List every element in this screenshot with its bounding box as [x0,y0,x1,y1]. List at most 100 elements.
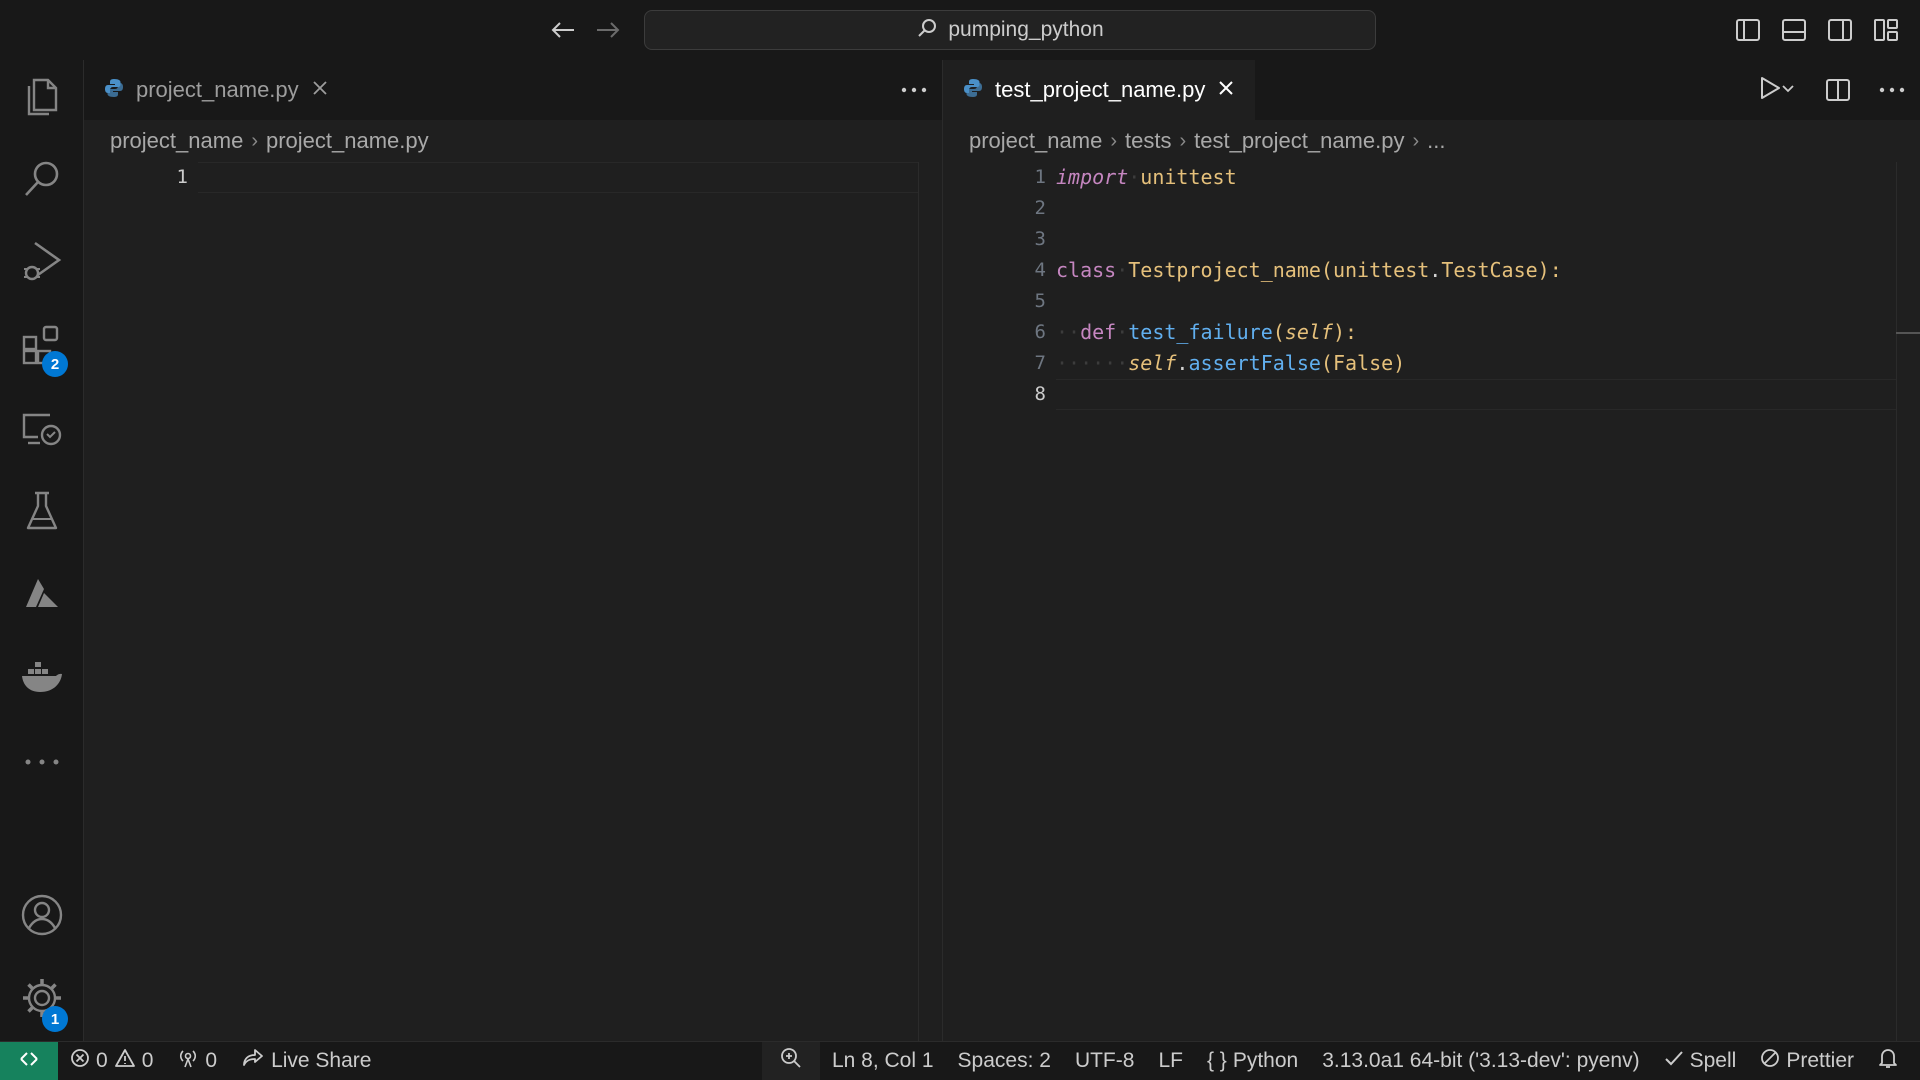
tab-test-project-name[interactable]: test_project_name.py [943,60,1256,120]
vertical-scrollbar[interactable] [918,162,942,1041]
parameter: self [1284,320,1333,344]
run-python-file-button[interactable] [1752,72,1802,108]
tab-project-name[interactable]: project_name.py [84,60,349,120]
remote-explorer-icon [20,407,64,454]
end-of-line[interactable]: LF [1146,1042,1195,1080]
zoom-icon [780,1047,802,1075]
keyword: def [1080,320,1117,344]
class-name: Testproject_name [1128,258,1321,282]
base-module: unittest [1332,258,1430,282]
toggle-panel-icon[interactable] [1776,12,1812,48]
code-area[interactable]: import·unittest class·Testproject_name(u… [1056,162,1920,1041]
breadcrumb-item[interactable]: ... [1427,128,1445,154]
chevron-down-icon[interactable] [1781,81,1795,99]
remote-indicator[interactable] [0,1041,58,1080]
code-editor[interactable]: 1 [84,162,942,1041]
activity-docker[interactable] [0,643,84,715]
activity-manage[interactable]: 1 [0,964,84,1036]
warning-icon [114,1048,136,1074]
notifications-button[interactable] [1866,1042,1920,1080]
toggle-primary-sidebar-icon[interactable] [1730,12,1766,48]
extensions-badge: 2 [42,351,68,377]
broadcast-icon [177,1047,199,1075]
tab-label: project_name.py [136,77,299,102]
indentation[interactable]: Spaces: 2 [946,1042,1063,1080]
activity-run-debug[interactable] [0,228,84,300]
line-number-gutter: 1 [84,162,198,1041]
breadcrumb-item[interactable]: test_project_name.py [1194,128,1404,154]
bell-icon [1878,1047,1898,1075]
line-number: 7 [1034,352,1046,374]
prettier-status[interactable]: Prettier [1748,1042,1866,1080]
arguments: (False) [1320,351,1406,375]
braces-icon: { } [1206,1049,1227,1072]
line-number: 4 [1034,259,1046,281]
close-icon[interactable] [311,79,329,102]
code-line: class·Testproject_name(unittest.TestCase… [1056,258,1562,282]
ellipsis-icon[interactable] [896,72,932,108]
breadcrumb-item[interactable]: project_name [969,128,1102,154]
activity-remote-explorer[interactable] [0,394,84,466]
zoom-button[interactable] [761,1041,820,1080]
status-bar: 0 0 0 Live Share Ln 8, Col 1 Spaces: 2 U… [0,1041,1920,1080]
arrow-left-icon[interactable] [545,12,581,48]
code-area[interactable] [198,162,942,1041]
function-name: test_failure [1128,320,1273,344]
error-count: 0 [96,1049,108,1072]
current-line-highlight [1056,379,1896,410]
language-mode[interactable]: { } Python [1195,1042,1310,1080]
keyword: class [1056,258,1117,282]
close-icon[interactable] [1217,79,1235,102]
error-icon [70,1048,90,1074]
tab-bar: project_name.py [84,60,942,120]
spell-check[interactable]: Spell [1652,1042,1749,1080]
arrow-right-icon[interactable] [590,12,626,48]
python-icon [104,78,124,103]
files-icon [22,74,62,123]
chevron-right-icon: › [1110,129,1117,152]
live-share-button[interactable]: Live Share [229,1042,383,1080]
breadcrumb-item[interactable]: tests [1125,128,1171,154]
module-name: unittest [1140,165,1237,189]
punctuation: ): [1332,320,1358,344]
toggle-secondary-sidebar-icon[interactable] [1822,12,1858,48]
code-editor[interactable]: 1 2 3 4 5 6 7 8 import·unittest class·Te… [943,162,1920,1041]
breadcrumb-item[interactable]: project_name [110,128,243,154]
activity-search[interactable] [0,145,84,217]
beaker-icon [24,490,60,537]
python-icon [963,78,983,103]
run-icon [1759,76,1781,105]
activity-testing[interactable] [0,477,84,549]
spell-label: Spell [1689,1049,1737,1072]
line-number: 2 [1034,197,1046,219]
activity-explorer[interactable] [0,62,84,134]
warning-count: 0 [141,1049,154,1072]
line-number: 3 [1034,228,1046,250]
breadcrumb-item[interactable]: project_name.py [266,128,429,154]
cursor-position[interactable]: Ln 8, Col 1 [820,1042,946,1080]
punctuation: . [1429,258,1442,282]
customize-layout-icon[interactable] [1868,12,1904,48]
ellipsis-icon[interactable] [1874,72,1910,108]
editor-group-left: project_name.py project_name › project_n… [84,60,942,1041]
split-editor-icon[interactable] [1820,72,1856,108]
live-share-icon [241,1047,265,1075]
docker-icon [20,659,64,700]
encoding[interactable]: UTF-8 [1063,1042,1147,1080]
problems-indicator[interactable]: 0 0 [58,1042,165,1080]
activity-more[interactable] [0,726,84,798]
prettier-label: Prettier [1786,1049,1854,1072]
activity-accounts[interactable] [0,881,84,953]
vertical-scrollbar[interactable] [1896,162,1920,1041]
punctuation: ( [1320,258,1333,282]
activity-azure[interactable] [0,560,84,632]
check-icon [1664,1049,1684,1073]
activity-extensions[interactable]: 2 [0,311,84,383]
ellipsis-icon [24,753,60,771]
activity-bar: 2 1 [0,60,84,1041]
debug-icon [21,239,63,290]
ports-indicator[interactable]: 0 [165,1042,229,1080]
command-center-search[interactable]: pumping_python [644,10,1376,50]
python-interpreter[interactable]: 3.13.0a1 64-bit ('3.13-dev': pyenv) [1310,1042,1651,1080]
tab-label: test_project_name.py [995,77,1206,102]
